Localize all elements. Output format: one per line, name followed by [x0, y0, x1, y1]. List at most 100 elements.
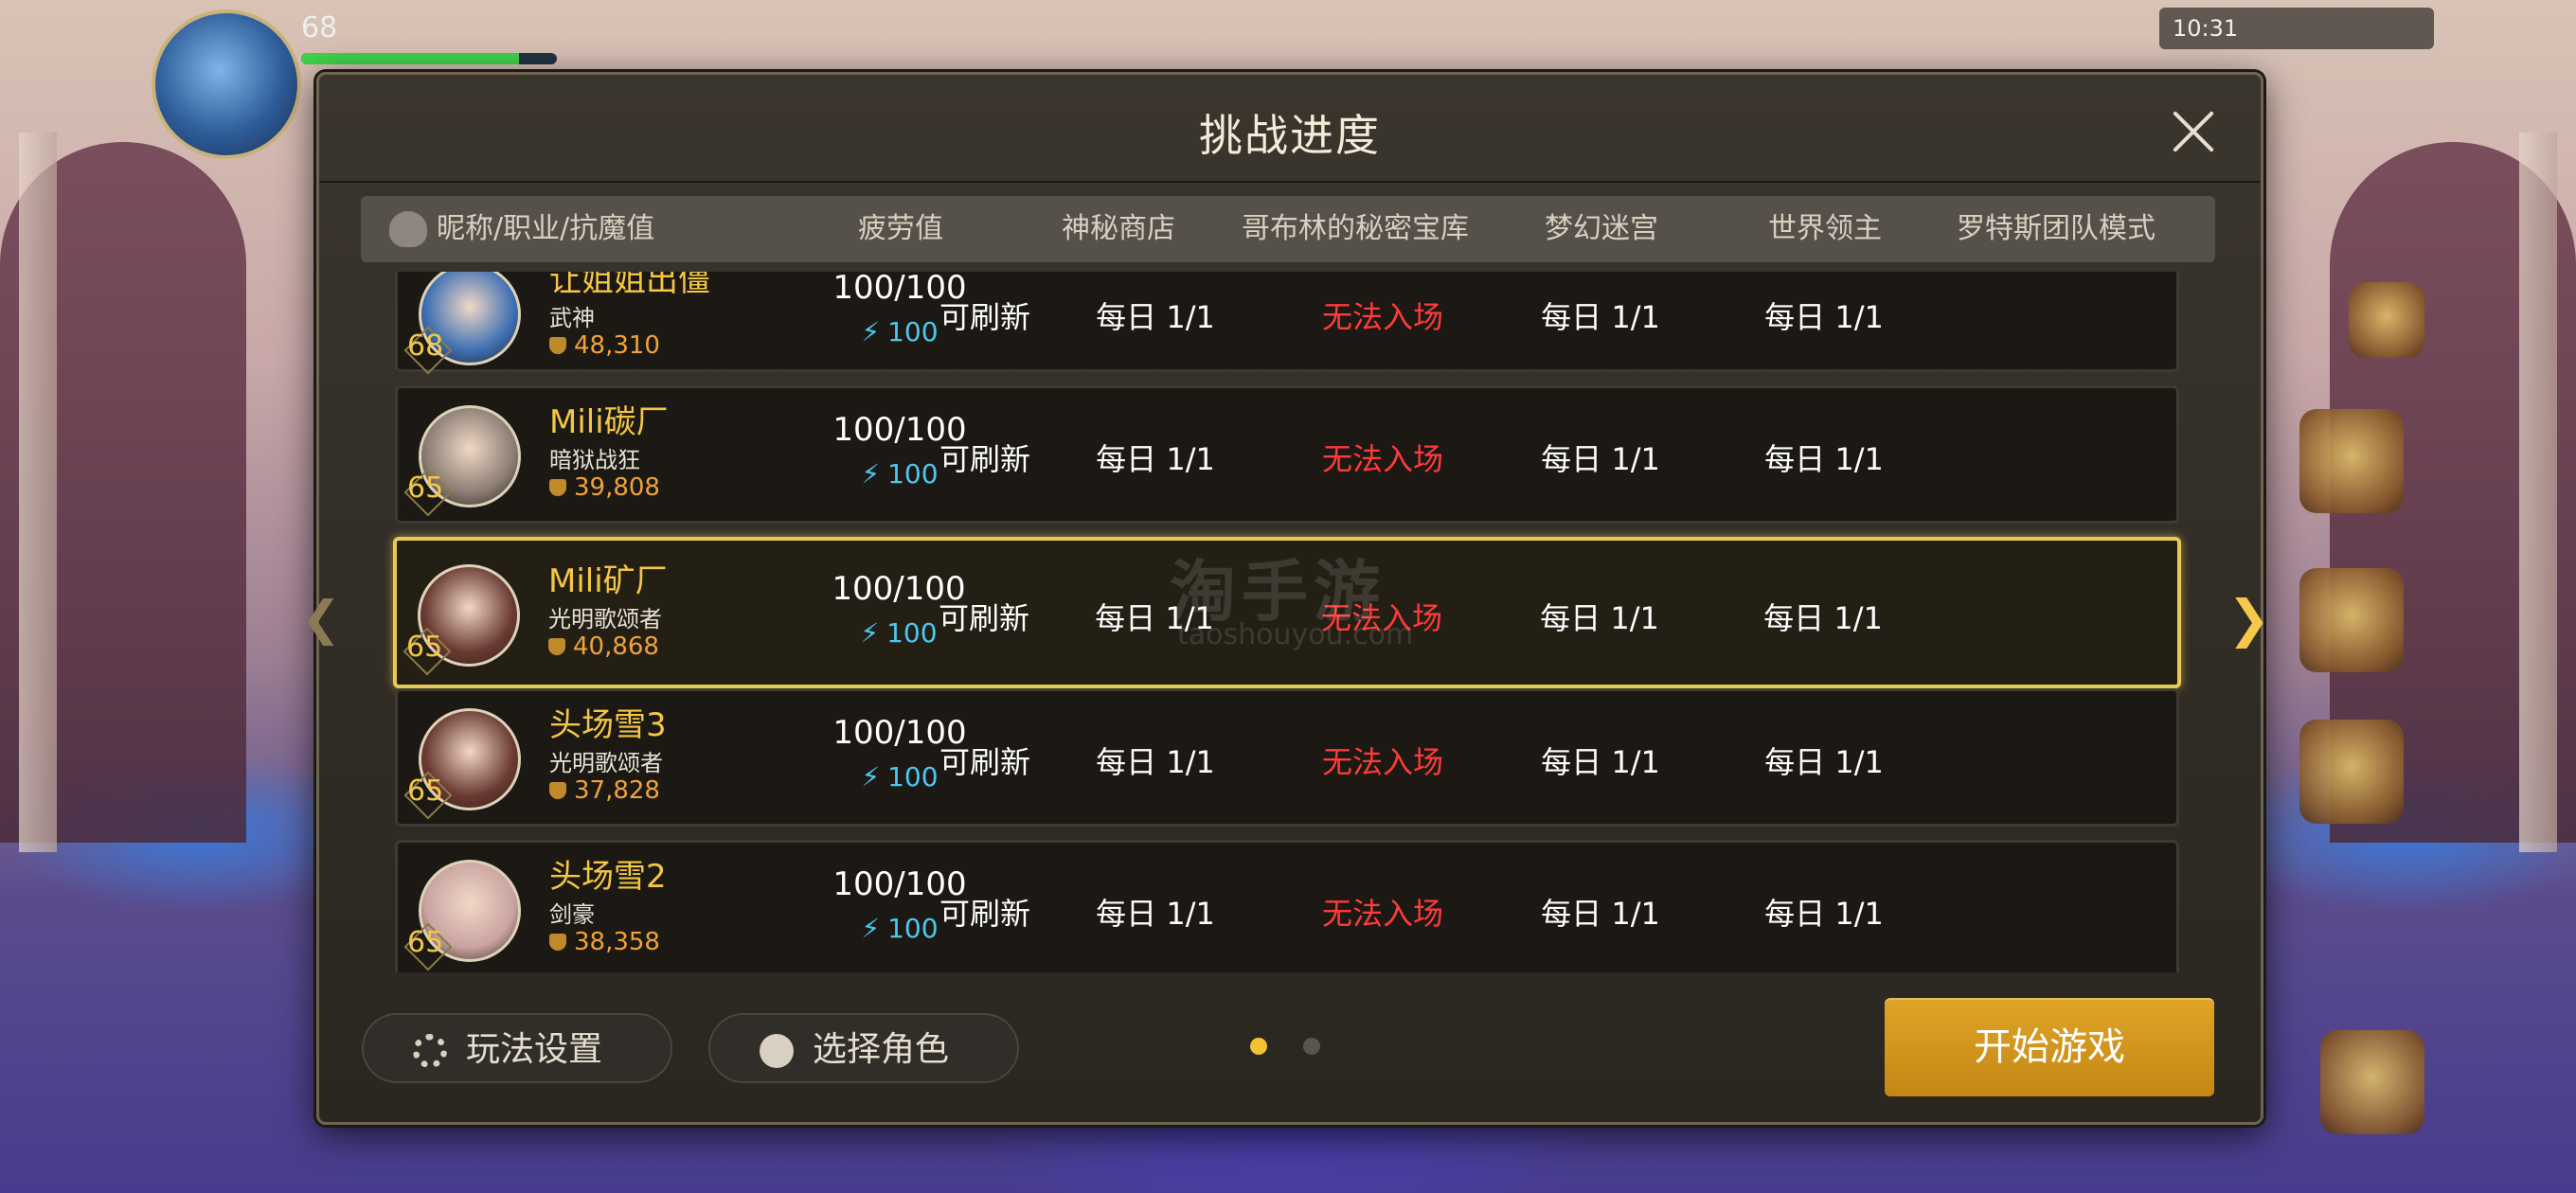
goblin-status: 每日 1/1	[1096, 896, 1215, 932]
raid-status: 每日 1/1	[1764, 896, 1884, 932]
character-name: 头场雪3	[549, 706, 667, 744]
shop-status: 可刷新	[939, 744, 1030, 780]
raid-status: 每日 1/1	[1764, 441, 1884, 477]
character-class: 剑豪	[549, 901, 595, 928]
person-icon	[760, 1034, 794, 1068]
resistance-value: 48,310	[574, 331, 660, 360]
character-level: 65	[407, 926, 453, 964]
maze-status: 无法入场	[1321, 299, 1443, 335]
character-class: 暗狱战狂	[549, 447, 640, 473]
device-status-bar: 10:31	[2159, 8, 2434, 49]
goblin-status: 每日 1/1	[1096, 744, 1215, 780]
close-icon[interactable]	[2162, 101, 2223, 162]
shop-status: 可刷新	[938, 600, 1029, 636]
crest-icon	[549, 479, 566, 496]
maze-status: 无法入场	[1321, 744, 1443, 780]
resistance-value: 39,808	[574, 473, 660, 502]
character-class: 武神	[549, 305, 595, 331]
player-avatar[interactable]	[152, 9, 301, 159]
chevron-left-icon[interactable]: ❮	[301, 595, 341, 642]
chevron-right-icon[interactable]: ❯	[2227, 593, 2275, 646]
player-exp-bar	[301, 53, 557, 64]
page-dot[interactable]	[1250, 1038, 1267, 1055]
gameplay-settings-button[interactable]: 玩法设置	[362, 1013, 672, 1083]
character-level-value: 65	[406, 631, 443, 664]
lightning-icon: ⚡	[861, 913, 881, 944]
side-menu-icon[interactable]	[2299, 720, 2404, 824]
character-level: 68	[407, 329, 453, 367]
character-class: 光明歌颂者	[548, 606, 662, 632]
goblin-status: 每日 1/1	[1096, 299, 1215, 335]
character-row[interactable]: 65 头场雪2 剑豪 38,358 100/100 ⚡ 100 可刷新 每日 1/1 无法入场 每日…	[395, 840, 2179, 972]
select-character-button[interactable]: 选择角色	[708, 1013, 1019, 1083]
crest-icon	[549, 934, 566, 951]
lightning-icon: ⚡	[861, 458, 881, 490]
page-dot[interactable]	[1303, 1038, 1320, 1055]
character-level-value: 65	[407, 472, 444, 505]
side-menu-icon[interactable]	[2320, 1030, 2424, 1134]
column-header-maze: 梦幻迷宫	[1545, 212, 1658, 245]
background-pillar	[2519, 133, 2557, 852]
side-menu-icon[interactable]	[2299, 409, 2404, 513]
raid-status: 每日 1/1	[1764, 744, 1884, 780]
column-header-shop: 神秘商店	[1062, 212, 1175, 245]
column-header-fatigue: 疲劳值	[858, 212, 943, 245]
resistance-value: 37,828	[574, 776, 660, 805]
character-row[interactable]: 68 让姐姐出僵 武神 48,310 100/100 ⚡ 100 可刷新 每日 1/1 无法入场每…	[395, 272, 2179, 372]
treasure-chest-icon[interactable]	[2349, 282, 2424, 358]
resistance-value: 40,868	[573, 632, 659, 661]
maze-status: 无法入场	[1321, 896, 1443, 932]
side-menu-icon[interactable]	[2299, 568, 2404, 672]
character-resistance: 48,310	[549, 331, 660, 360]
character-row[interactable]: 65 头场雪3 光明歌颂者 37,828 100/100 ⚡ 100 可刷新 每日 1/1 无法入…	[395, 688, 2179, 827]
table-header: 昵称/职业/抗魔值 疲劳值 神秘商店 哥布林的秘密宝库 梦幻迷宫 世界领主 罗特…	[361, 196, 2215, 262]
gear-icon	[413, 1034, 447, 1068]
lightning-icon: ⚡	[861, 316, 881, 347]
character-resistance: 38,358	[549, 928, 660, 956]
shop-status: 可刷新	[939, 299, 1030, 335]
world-lord-status: 每日 1/1	[1541, 744, 1660, 780]
character-resistance: 37,828	[549, 776, 660, 805]
column-header-nickname: 昵称/职业/抗魔值	[437, 212, 655, 245]
crest-icon	[549, 337, 566, 354]
gameplay-settings-label: 玩法设置	[466, 1030, 603, 1069]
character-name: Mili矿厂	[548, 562, 668, 600]
character-name: 头场雪2	[549, 858, 667, 896]
shop-status: 可刷新	[939, 896, 1030, 932]
character-name: Mili碳厂	[549, 403, 669, 441]
column-header-raid: 罗特斯团队模式	[1957, 212, 2156, 245]
world-lord-status: 每日 1/1	[1541, 896, 1660, 932]
character-level: 65	[407, 775, 453, 812]
watermark-url: taoshouyou.com	[1177, 618, 1414, 651]
character-resistance: 40,868	[548, 632, 659, 661]
character-resistance: 39,808	[549, 473, 660, 502]
start-game-button[interactable]: 开始游戏	[1885, 998, 2214, 1096]
resistance-value: 38,358	[574, 928, 660, 956]
character-name: 让姐姐出僵	[549, 272, 710, 299]
goblin-status: 每日 1/1	[1096, 441, 1215, 477]
lightning-icon: ⚡	[860, 617, 880, 649]
background-pillar	[19, 133, 57, 852]
title-divider	[319, 181, 2261, 183]
crest-icon	[548, 638, 565, 655]
world-lord-status: 每日 1/1	[1540, 600, 1659, 636]
raid-status: 每日 1/1	[1763, 600, 1883, 636]
lightning-icon: ⚡	[861, 761, 881, 792]
character-class: 光明歌颂者	[549, 750, 663, 776]
player-exp-fill	[301, 53, 519, 64]
raid-status: 每日 1/1	[1764, 299, 1884, 335]
character-level-value: 65	[407, 775, 444, 808]
world-lord-status: 每日 1/1	[1541, 441, 1660, 477]
character-row[interactable]: 65 Mili碳厂 暗狱战狂 39,808 100/100 ⚡ 100 可刷新 每日 1/1 无法…	[395, 385, 2179, 524]
column-header-world-lord: 世界领主	[1768, 212, 1882, 245]
dialog-title: 挑战进度	[1199, 110, 1381, 161]
shop-status: 可刷新	[939, 441, 1030, 477]
select-character-label: 选择角色	[813, 1030, 950, 1069]
challenge-progress-dialog: 挑战进度 昵称/职业/抗魔值 疲劳值 神秘商店 哥布林的秘密宝库 梦幻迷宫 世界…	[316, 72, 2263, 1125]
character-level: 65	[407, 472, 453, 509]
player-level: 68	[301, 11, 338, 45]
world-lord-status: 每日 1/1	[1541, 299, 1660, 335]
column-header-goblin: 哥布林的秘密宝库	[1242, 212, 1469, 245]
maze-status: 无法入场	[1321, 441, 1443, 477]
character-icon	[389, 211, 427, 247]
